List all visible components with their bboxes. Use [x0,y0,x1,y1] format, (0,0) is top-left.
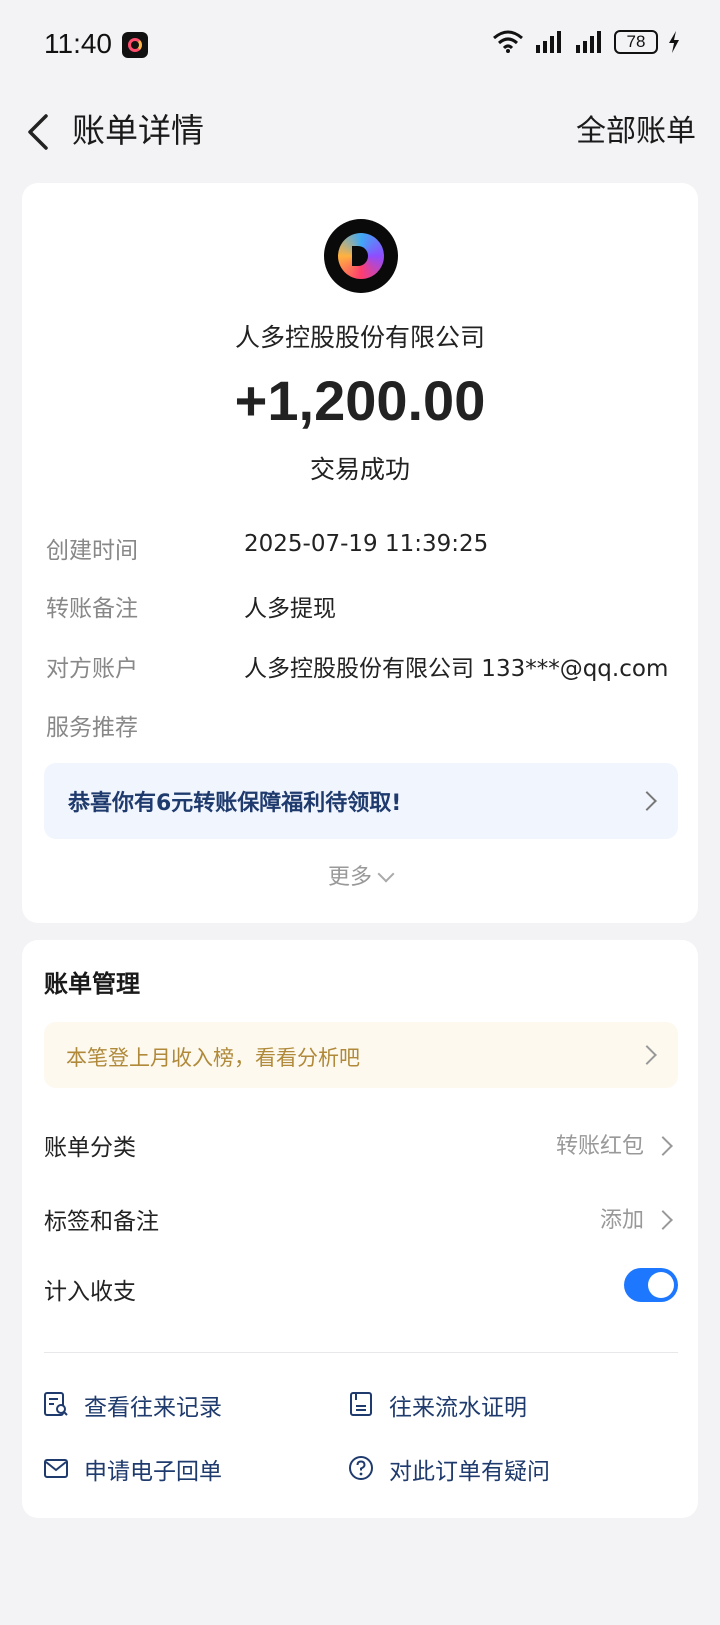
chevron-down-icon [377,865,395,883]
chevron-right-icon [653,1210,673,1230]
include-in-stats-toggle[interactable] [624,1268,678,1302]
detail-value: 2025-07-19 11:39:25 [244,531,489,557]
merchant-logo [324,219,398,293]
detail-label: 对方账户 [46,656,138,682]
setting-label: 计入收支 [44,1279,136,1305]
detail-value: 人多提现 [244,596,336,622]
detail-value: 人多控股股份有限公司 133***@qq.com [244,656,669,682]
transaction-card: 人多控股股份有限公司 +1,200.00 交易成功 创建时间 2025-07-1… [22,183,698,923]
tags-notes-row[interactable]: 标签和备注 添加 [44,1196,678,1240]
wifi-icon [493,30,523,53]
status-bar: 11:40 78 [0,0,720,90]
detail-row-service-recommend: 服务推荐 [46,708,686,748]
more-toggle[interactable]: 更多 [22,859,698,891]
battery-icon: 78 [614,30,658,54]
all-bills-link[interactable]: 全部账单 [576,106,696,150]
back-arrow-icon[interactable] [22,110,62,154]
merchant-name: 人多控股股份有限公司 [234,323,485,352]
bill-management-card: 账单管理 本笔登上月收入榜，看看分析吧 账单分类 转账红包 标签和备注 添加 计… [22,940,698,1518]
chevron-right-icon [637,1045,657,1065]
detail-label: 服务推荐 [46,715,138,741]
app-notification-icon [122,32,148,58]
status-indicators: 78 [492,30,680,54]
detail-row-created-time: 创建时间 2025-07-19 11:39:25 [46,531,686,571]
transaction-amount: +1,200.00 [234,369,486,432]
action-label: 往来流水证明 [389,1395,527,1421]
signal-icon-2 [576,31,601,53]
statement-icon [350,1392,372,1416]
divider [44,1352,678,1353]
income-rank-tip[interactable]: 本笔登上月收入榜，看看分析吧 [44,1022,678,1088]
setting-label: 标签和备注 [44,1209,159,1235]
action-label: 查看往来记录 [84,1395,222,1421]
charging-icon [669,31,679,53]
detail-row-counterparty: 对方账户 人多控股股份有限公司 133***@qq.com [46,649,686,689]
detail-row-transfer-note: 转账备注 人多提现 [46,589,686,629]
section-title: 账单管理 [44,970,140,998]
transaction-status: 交易成功 [309,455,410,484]
action-label: 对此订单有疑问 [389,1459,550,1485]
navigation-header: 账单详情 全部账单 [0,90,720,190]
action-label: 申请电子回单 [84,1459,222,1485]
promo-text: 恭喜你有6元转账保障福利待领取! [68,791,402,816]
bill-category-row[interactable]: 账单分类 转账红包 [44,1122,678,1166]
toggle-knob [648,1272,674,1298]
detail-label: 创建时间 [46,538,138,564]
status-time: 11:40 [44,28,112,59]
question-icon [349,1456,373,1480]
mail-icon [44,1459,68,1478]
detail-label: 转账备注 [46,596,138,622]
more-label: 更多 [327,865,372,890]
setting-label: 账单分类 [44,1135,136,1161]
setting-value: 转账红包 [555,1134,644,1159]
include-in-stats-row: 计入收支 [44,1266,678,1310]
promo-banner[interactable]: 恭喜你有6元转账保障福利待领取! [44,763,678,839]
page-title: 账单详情 [72,111,204,150]
chevron-right-icon [637,791,657,811]
signal-icon [536,31,561,53]
record-search-icon [44,1392,68,1416]
chevron-right-icon [653,1136,673,1156]
tip-text: 本笔登上月收入榜，看看分析吧 [66,1046,360,1070]
setting-value: 添加 [599,1208,644,1233]
